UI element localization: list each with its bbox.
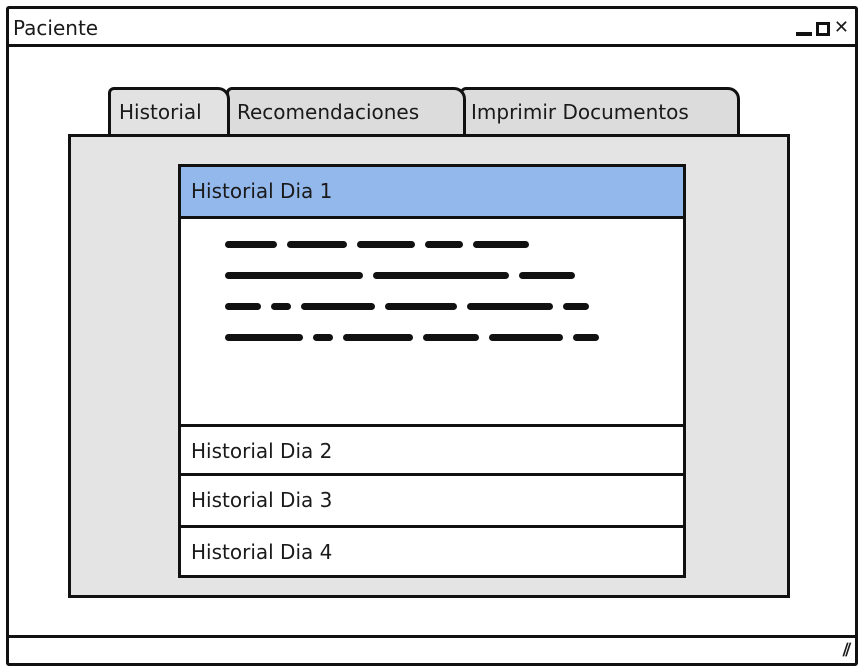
tab-recomendaciones[interactable]: Recomendaciones	[226, 87, 466, 137]
status-bar: ⫽	[9, 635, 855, 663]
accordion-item-label: Historial Dia 2	[191, 439, 333, 463]
accordion-item-label: Historial Dia 1	[191, 179, 333, 203]
tab-label: Imprimir Documentos	[471, 100, 689, 124]
tab-label: Historial	[119, 100, 202, 124]
title-bar: Paciente ✕	[9, 9, 855, 47]
maximize-icon[interactable]	[815, 22, 830, 36]
placeholder-text-line	[225, 303, 645, 313]
accordion-item-dia-1[interactable]: Historial Dia 1	[181, 167, 683, 219]
tab-historial[interactable]: Historial	[108, 87, 230, 137]
placeholder-text-line	[225, 334, 645, 344]
resize-grip-icon[interactable]: ⫽	[843, 641, 851, 661]
accordion-item-label: Historial Dia 4	[191, 540, 333, 564]
accordion-item-dia-3[interactable]: Historial Dia 3	[181, 476, 683, 528]
tab-label: Recomendaciones	[237, 100, 420, 124]
placeholder-text-line	[225, 272, 645, 282]
history-content-placeholder	[225, 241, 645, 365]
tab-imprimir-documentos[interactable]: Imprimir Documentos	[460, 87, 740, 137]
placeholder-text-line	[225, 241, 645, 251]
accordion-item-dia-2[interactable]: Historial Dia 2	[181, 424, 683, 476]
accordion-item-label: Historial Dia 3	[191, 488, 333, 512]
window-title: Paciente	[13, 16, 99, 40]
accordion-item-dia-4[interactable]: Historial Dia 4	[181, 528, 683, 580]
minimize-icon[interactable]	[795, 32, 812, 36]
close-icon[interactable]: ✕	[834, 19, 849, 37]
window-controls: ✕	[795, 16, 849, 38]
history-accordion: Historial Dia 1 Historial Dia 2 Historia…	[178, 164, 686, 578]
